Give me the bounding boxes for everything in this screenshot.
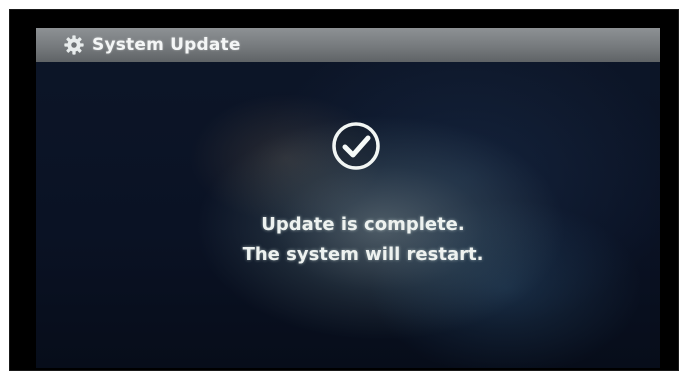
window-title: System Update [92,35,241,55]
gear-icon [64,35,84,55]
message-line-2: The system will restart. [242,244,484,265]
title-bar: System Update [36,28,660,62]
update-screen: System Update Update is complete. The sy… [36,28,660,368]
status-message: Update is complete. The system will rest… [36,210,660,270]
checkmark-circle-icon [332,122,380,170]
photo-frame: System Update Update is complete. The sy… [0,0,689,380]
message-line-1: Update is complete. [261,214,465,235]
